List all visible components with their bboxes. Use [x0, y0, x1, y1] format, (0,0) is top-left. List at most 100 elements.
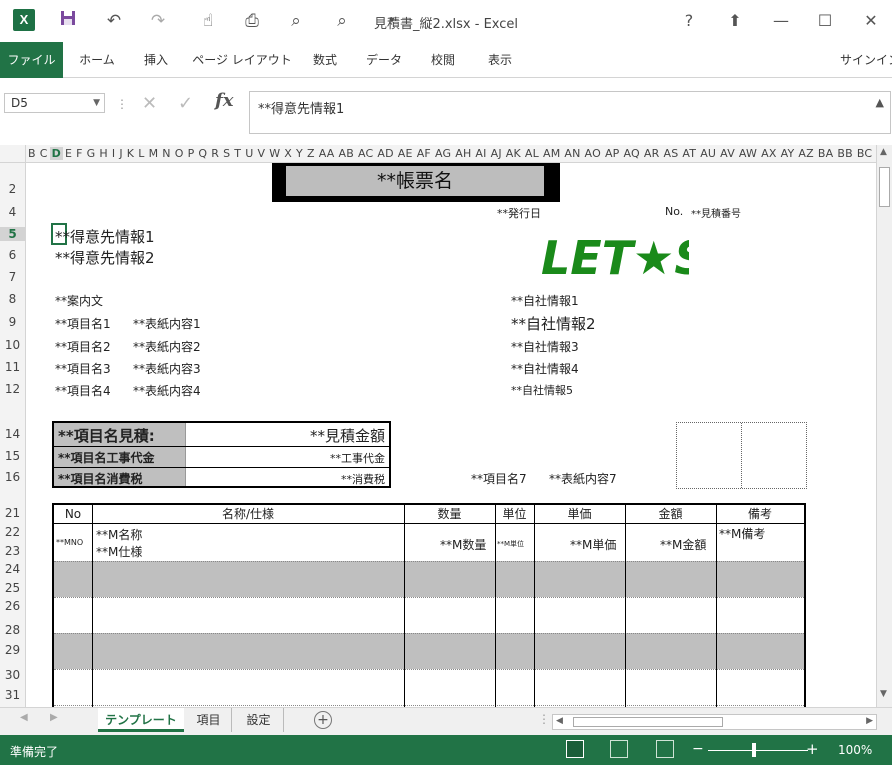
column-header-u[interactable]: U	[243, 147, 255, 160]
detail-unit-cell[interactable]: **M単位	[497, 539, 524, 549]
column-header-ar[interactable]: AR	[642, 147, 662, 160]
row-header-16[interactable]: 16	[0, 470, 25, 484]
item-content-3-cell[interactable]: **表紙内容3	[133, 360, 201, 377]
zoom-in-icon[interactable]: +	[806, 740, 819, 758]
confirm-entry-icon[interactable]: ✓	[178, 93, 193, 115]
vertical-scrollbar[interactable]: ▲ ▼	[876, 145, 892, 707]
column-header-unit[interactable]: 単位	[495, 505, 534, 523]
worksheet-grid[interactable]: **帳票名 **発行日 No. **見積番号 **得意先情報1 **得意先情報2…	[27, 163, 876, 707]
column-header-am[interactable]: AM	[541, 147, 562, 160]
column-header-ad[interactable]: AD	[375, 147, 395, 160]
column-header-an[interactable]: AN	[562, 147, 582, 160]
column-header-ac[interactable]: AC	[356, 147, 375, 160]
cancel-entry-icon[interactable]: ✕	[142, 93, 157, 115]
select-all-corner[interactable]	[0, 145, 26, 163]
close-icon[interactable]: ✕	[856, 8, 886, 34]
summary-tax-label[interactable]: **項目名消費税	[58, 470, 143, 487]
column-header-j[interactable]: J	[117, 147, 124, 160]
column-header-h[interactable]: H	[97, 147, 109, 160]
row-header-30[interactable]: 30	[0, 668, 25, 682]
column-header-au[interactable]: AU	[698, 147, 718, 160]
page-break-preview-icon[interactable]	[656, 740, 674, 758]
scroll-up-icon[interactable]: ▲	[880, 147, 887, 157]
row-header-2[interactable]: 2	[0, 182, 25, 196]
column-header-af[interactable]: AF	[415, 147, 433, 160]
summary-construction-value[interactable]: **工事代金	[330, 450, 385, 466]
next-sheet-icon[interactable]: ▶	[50, 712, 58, 723]
summary-estimate-label[interactable]: **項目名見積:	[58, 425, 155, 446]
column-header-t[interactable]: T	[232, 147, 243, 160]
column-headers[interactable]: B C D E F G H I J K L M N O P Q R S T U V W X Y Z AA AB AC AD AE AF AG A…	[26, 145, 876, 163]
row-header-14[interactable]: 14	[0, 427, 25, 441]
item-name-4-cell[interactable]: **項目名4	[55, 382, 111, 399]
item7-name-cell[interactable]: **項目名7	[471, 470, 527, 487]
zoom-slider[interactable]	[708, 750, 808, 751]
vertical-scroll-thumb[interactable]	[879, 167, 890, 207]
item-name-3-cell[interactable]: **項目名3	[55, 360, 111, 377]
column-header-z[interactable]: Z	[305, 147, 317, 160]
row-header-10[interactable]: 10	[0, 338, 25, 352]
column-header-aj[interactable]: AJ	[489, 147, 504, 160]
row-header-11[interactable]: 11	[0, 360, 25, 374]
summary-construction-label[interactable]: **項目名工事代金	[58, 449, 155, 466]
column-header-ab[interactable]: AB	[336, 147, 355, 160]
company-info-5-cell[interactable]: **自社情報5	[511, 382, 573, 398]
scroll-right-icon[interactable]: ▶	[866, 716, 873, 726]
tab-data[interactable]: データ	[356, 42, 412, 78]
estimate-number-cell[interactable]: **見積番号	[691, 205, 741, 220]
column-header-aa[interactable]: AA	[317, 147, 337, 160]
customer-info-1-cell[interactable]: **得意先情報1	[55, 226, 155, 247]
column-header-name[interactable]: 名称/仕様	[92, 505, 404, 523]
horizontal-scrollbar[interactable]: ◀ ▶	[552, 714, 877, 730]
row-header-7[interactable]: 7	[0, 270, 25, 284]
column-header-bb[interactable]: BB	[835, 147, 855, 160]
chevron-down-icon[interactable]: ▼	[93, 94, 100, 112]
row-header-28[interactable]: 28	[0, 623, 25, 637]
issue-date-cell[interactable]: **発行日	[497, 205, 541, 221]
item-name-2-cell[interactable]: **項目名2	[55, 338, 111, 355]
company-info-4-cell[interactable]: **自社情報4	[511, 360, 579, 377]
column-header-qty[interactable]: 数量	[404, 505, 495, 523]
row-header-25[interactable]: 25	[0, 581, 25, 595]
column-header-q[interactable]: Q	[196, 147, 209, 160]
detail-spec-cell[interactable]: **M仕様	[96, 543, 142, 560]
column-header-k[interactable]: K	[125, 147, 136, 160]
column-header-e[interactable]: E	[63, 147, 74, 160]
summary-tax-value[interactable]: **消費税	[341, 471, 385, 487]
column-header-o[interactable]: O	[173, 147, 186, 160]
company-info-1-cell[interactable]: **自社情報1	[511, 292, 579, 309]
company-info-3-cell[interactable]: **自社情報3	[511, 338, 579, 355]
zoom-slider-thumb[interactable]	[752, 743, 756, 757]
column-header-f[interactable]: F	[74, 147, 85, 160]
item-content-1-cell[interactable]: **表紙内容1	[133, 315, 201, 332]
column-header-n[interactable]: N	[160, 147, 172, 160]
column-header-ag[interactable]: AG	[433, 147, 453, 160]
row-header-29[interactable]: 29	[0, 643, 25, 657]
column-header-l[interactable]: L	[136, 147, 146, 160]
no-label-cell[interactable]: No.	[665, 205, 683, 218]
insert-function-icon[interactable]: fx	[215, 90, 233, 111]
row-header-22[interactable]: 22	[0, 525, 25, 539]
minimize-icon[interactable]: —	[766, 8, 796, 34]
row-header-12[interactable]: 12	[0, 382, 25, 396]
column-header-amount[interactable]: 金額	[625, 505, 716, 523]
zoom-level[interactable]: 100%	[838, 743, 872, 757]
prev-sheet-icon[interactable]: ◀	[20, 712, 28, 723]
detail-qty-cell[interactable]: **M数量	[440, 536, 486, 553]
row-header-8[interactable]: 8	[0, 292, 25, 306]
column-header-p[interactable]: P	[186, 147, 197, 160]
detail-note-cell[interactable]: **M備考	[719, 525, 765, 542]
detail-price-cell[interactable]: **M単価	[570, 536, 616, 553]
column-header-at[interactable]: AT	[680, 147, 698, 160]
column-header-no[interactable]: No	[54, 505, 92, 523]
column-header-aq[interactable]: AQ	[622, 147, 642, 160]
form-title[interactable]: **帳票名	[286, 166, 544, 196]
row-header-4[interactable]: 4	[0, 205, 25, 219]
column-header-g[interactable]: G	[85, 147, 98, 160]
tab-insert[interactable]: 挿入	[132, 42, 180, 78]
guide-text-cell[interactable]: **案内文	[55, 292, 103, 309]
column-header-bc[interactable]: BC	[855, 147, 874, 160]
tab-formulas[interactable]: 数式	[302, 42, 348, 78]
ribbon-display-icon[interactable]: ⬆	[720, 8, 750, 34]
item-content-2-cell[interactable]: **表紙内容2	[133, 338, 201, 355]
